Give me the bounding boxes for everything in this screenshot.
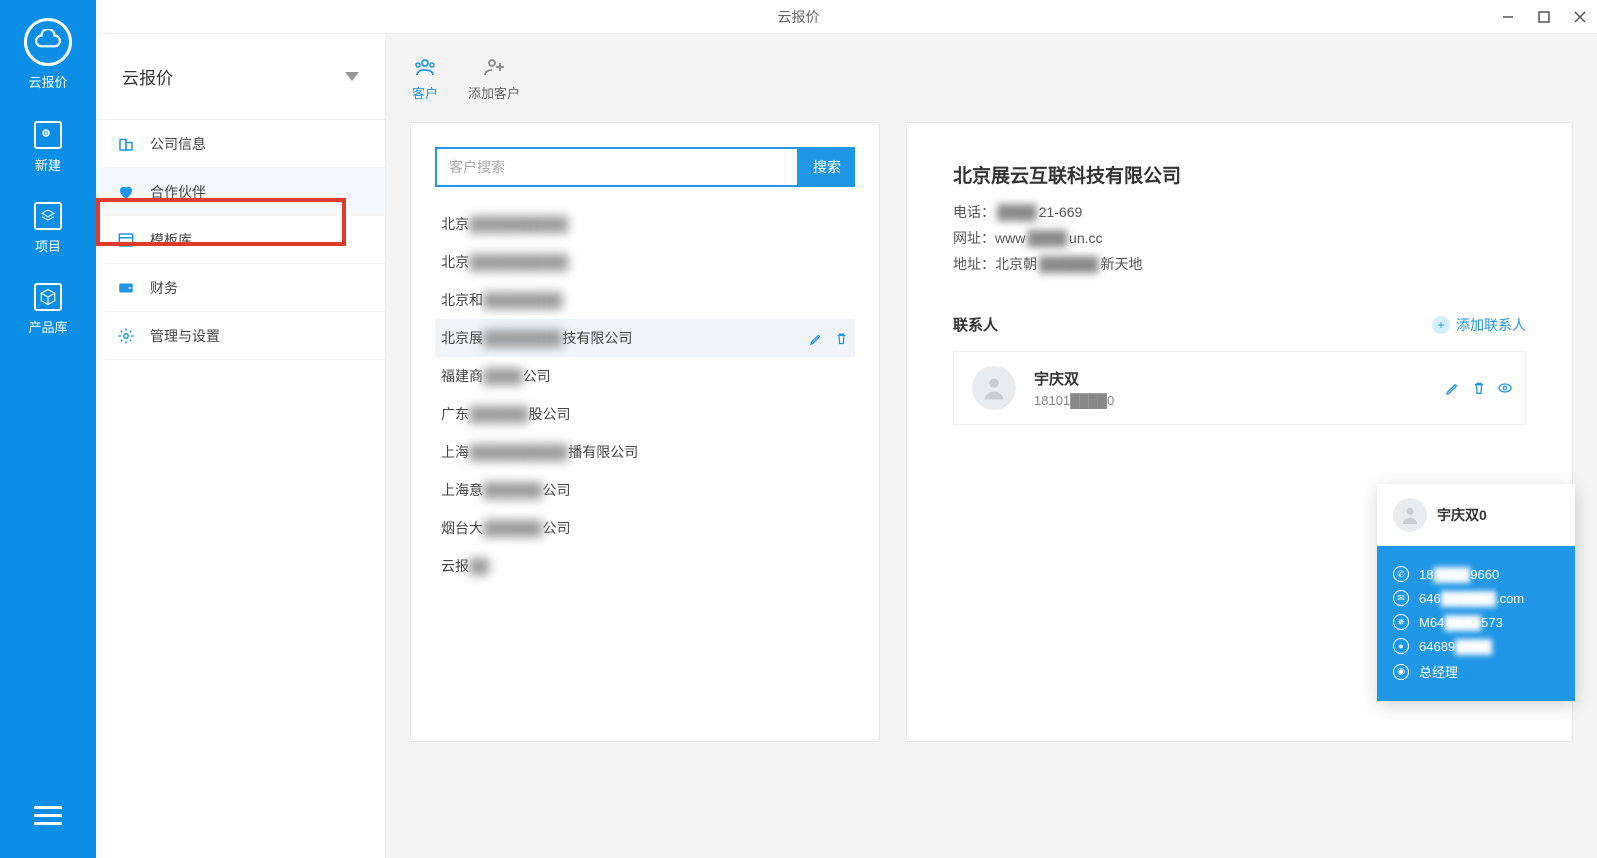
role-icon: ◉ bbox=[1393, 664, 1409, 680]
customer-list-panel: 搜索 北京██████████北京██████████北京和████████北京… bbox=[410, 122, 880, 742]
handshake-icon bbox=[116, 182, 136, 202]
rail-item-new[interactable]: 新建 bbox=[34, 121, 62, 174]
customer-row[interactable]: 福建商████公司 bbox=[435, 357, 855, 395]
customer-name: 云报██ bbox=[441, 556, 489, 576]
main-area: 客户 添加客户 搜索 北京██████████ 北京██████████ 北京和██… bbox=[386, 34, 1597, 858]
rail-item-label: 产品库 bbox=[28, 317, 67, 336]
search-input[interactable] bbox=[435, 147, 799, 187]
customer-name: 北京██████████ bbox=[441, 252, 568, 272]
titlebar: 云报价 bbox=[0, 0, 1597, 34]
wallet-icon bbox=[116, 278, 136, 298]
add-contact-button[interactable]: + 添加联系人 bbox=[1432, 315, 1526, 335]
nav-label: 管理与设置 bbox=[150, 326, 220, 346]
popup-row-role: ◉总经理 bbox=[1393, 662, 1559, 681]
customer-icon bbox=[413, 55, 437, 79]
rail-item-label: 项目 bbox=[35, 236, 61, 255]
popup-row-wechat: ✵M64████573 bbox=[1393, 614, 1559, 630]
nav-partners[interactable]: 合作伙伴 bbox=[96, 168, 385, 216]
secnav-title: 云报价 bbox=[122, 64, 173, 89]
delete-icon[interactable] bbox=[834, 331, 849, 346]
customer-list: 北京██████████ 北京██████████ 北京和████████ 北京展██… bbox=[435, 205, 855, 585]
customer-name: 上海██████████播有限公司 bbox=[441, 442, 638, 462]
nav-label: 合作伙伴 bbox=[150, 182, 206, 202]
edit-contact-icon[interactable] bbox=[1445, 380, 1461, 396]
nav-templates[interactable]: 模板库 bbox=[96, 216, 385, 264]
customer-row[interactable]: 北京██████████ bbox=[435, 243, 855, 281]
popup-contact-name: 宇庆双0 bbox=[1437, 505, 1487, 525]
window-title: 云报价 bbox=[778, 7, 820, 27]
nav-finance[interactable]: 财务 bbox=[96, 264, 385, 312]
cube-icon bbox=[34, 283, 62, 311]
phone-icon: ✆ bbox=[1393, 566, 1409, 582]
company-name: 北京展云互联科技有限公司 bbox=[953, 161, 1526, 188]
template-icon bbox=[116, 230, 136, 250]
new-icon bbox=[34, 121, 62, 149]
menu-button[interactable] bbox=[34, 801, 62, 830]
customer-row[interactable]: 广东██████股公司 bbox=[435, 395, 855, 433]
qq-icon: ● bbox=[1393, 638, 1409, 654]
contact-popup: 宇庆双0 ✆18████9660 ✉646██████.com ✵M64████57… bbox=[1377, 484, 1575, 701]
edit-icon[interactable] bbox=[809, 331, 824, 346]
customer-name: 北京展████████技有限公司 bbox=[441, 328, 632, 348]
app-logo bbox=[24, 18, 72, 66]
toolbar-label: 添加客户 bbox=[468, 83, 520, 102]
nav-label: 公司信息 bbox=[150, 134, 206, 154]
avatar-icon bbox=[1393, 498, 1427, 532]
customer-row[interactable]: 云报██ bbox=[435, 547, 855, 585]
plus-icon: + bbox=[1432, 316, 1450, 334]
company-phone: 电话：████21-669 bbox=[953, 202, 1526, 222]
contacts-label: 联系人 bbox=[953, 314, 998, 335]
popup-row-qq: ●64689████ bbox=[1393, 638, 1559, 654]
popup-row-email: ✉646██████.com bbox=[1393, 590, 1559, 606]
layers-icon bbox=[34, 202, 62, 230]
left-rail: 云报价 新建 项目 产品库 bbox=[0, 0, 96, 858]
wechat-icon: ✵ bbox=[1393, 614, 1409, 630]
customer-row[interactable]: 北京和████████ bbox=[435, 281, 855, 319]
customer-row[interactable]: 上海意██████公司 bbox=[435, 471, 855, 509]
customer-name: 广东██████股公司 bbox=[441, 404, 571, 424]
secondary-nav: 云报价 公司信息 合作伙伴 模板库 财务 管理与设置 bbox=[96, 34, 386, 858]
minimize-button[interactable] bbox=[1499, 8, 1517, 26]
delete-contact-icon[interactable] bbox=[1471, 380, 1487, 396]
gear-icon bbox=[116, 326, 136, 346]
add-customer-icon bbox=[482, 55, 506, 79]
customer-row[interactable]: 北京██████████ bbox=[435, 205, 855, 243]
app-brand: 云报价 bbox=[28, 72, 67, 91]
customer-row[interactable]: 烟台大██████公司 bbox=[435, 509, 855, 547]
company-address: 地址：北京朝██████新天地 bbox=[953, 254, 1526, 274]
rail-item-products[interactable]: 产品库 bbox=[28, 283, 67, 336]
contact-name: 宇庆双 bbox=[1034, 368, 1114, 389]
close-button[interactable] bbox=[1571, 8, 1589, 26]
nav-label: 模板库 bbox=[150, 230, 192, 250]
nav-settings[interactable]: 管理与设置 bbox=[96, 312, 385, 360]
contact-card[interactable]: 宇庆双 18101████0 bbox=[953, 351, 1526, 425]
toolbar-label: 客户 bbox=[412, 83, 438, 102]
building-icon bbox=[116, 134, 136, 154]
view-contact-icon[interactable] bbox=[1497, 380, 1513, 396]
nav-company-info[interactable]: 公司信息 bbox=[96, 120, 385, 168]
rail-item-label: 新建 bbox=[35, 155, 61, 174]
dropdown-caret-icon[interactable] bbox=[345, 72, 359, 81]
toolbar-customers[interactable]: 客户 bbox=[412, 55, 438, 102]
contact-phone: 18101████0 bbox=[1034, 393, 1114, 408]
search-button[interactable]: 搜索 bbox=[799, 147, 855, 187]
toolbar: 客户 添加客户 bbox=[386, 34, 1597, 122]
toolbar-add-customer[interactable]: 添加客户 bbox=[468, 55, 520, 102]
customer-name: 北京██████████ bbox=[441, 214, 568, 234]
email-icon: ✉ bbox=[1393, 590, 1409, 606]
company-url: 网址：www████un.cc bbox=[953, 228, 1526, 248]
rail-item-projects[interactable]: 项目 bbox=[34, 202, 62, 255]
popup-row-phone: ✆18████9660 bbox=[1393, 566, 1559, 582]
customer-name: 北京和████████ bbox=[441, 290, 562, 310]
customer-name: 上海意██████公司 bbox=[441, 480, 571, 500]
avatar-icon bbox=[972, 366, 1016, 410]
customer-row[interactable]: 北京展████████技有限公司 bbox=[435, 319, 855, 357]
nav-label: 财务 bbox=[150, 278, 178, 298]
customer-name: 福建商████公司 bbox=[441, 366, 551, 386]
maximize-button[interactable] bbox=[1535, 8, 1553, 26]
popup-body: ✆18████9660 ✉646██████.com ✵M64████573 ●646… bbox=[1377, 546, 1575, 701]
customer-name: 烟台大██████公司 bbox=[441, 518, 571, 538]
customer-row[interactable]: 上海██████████播有限公司 bbox=[435, 433, 855, 471]
